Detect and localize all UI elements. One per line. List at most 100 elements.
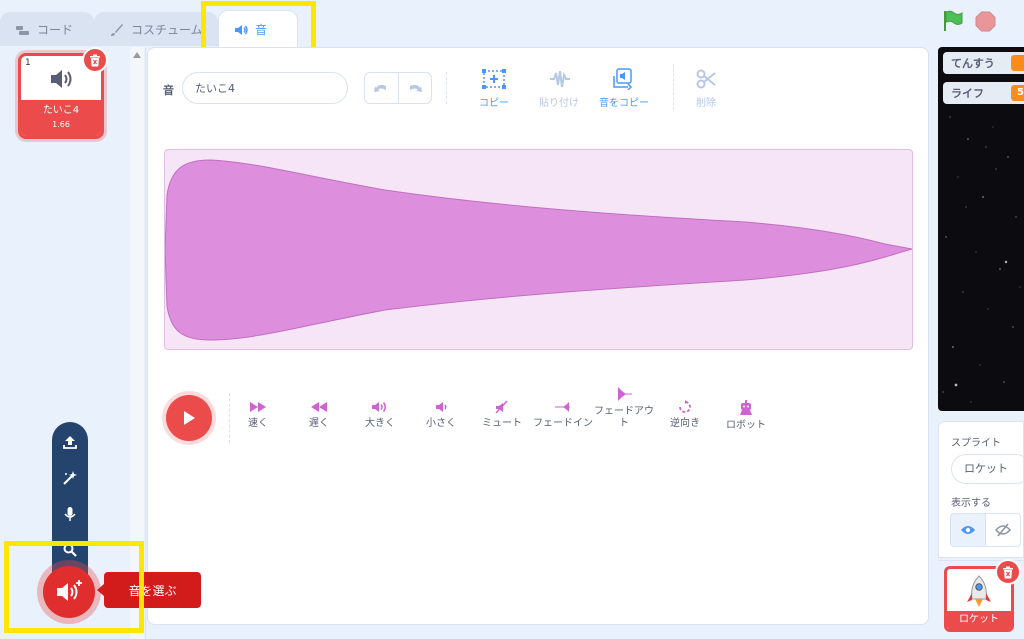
copy-to-new-button[interactable]: 音をコピー xyxy=(594,68,654,109)
stage[interactable]: てんすう ライフ 5 xyxy=(938,47,1024,411)
search-sound-button[interactable] xyxy=(60,540,80,560)
sound-name: たいこ4 xyxy=(42,105,80,116)
fade-in-icon xyxy=(555,402,570,412)
volume-up-icon xyxy=(372,402,386,412)
score-monitor-label: てんすう xyxy=(951,57,995,70)
green-flag-button[interactable] xyxy=(943,10,963,36)
sprite-tile-name: ロケット xyxy=(947,611,1011,629)
tab-code[interactable]: コード xyxy=(0,12,94,46)
search-icon xyxy=(63,543,77,557)
fast-forward-icon xyxy=(250,402,266,412)
undo-button[interactable] xyxy=(365,73,398,103)
show-label: 表示する xyxy=(951,498,991,509)
trash-icon xyxy=(90,54,100,66)
reverse-icon xyxy=(679,400,691,413)
upload-sound-button[interactable] xyxy=(60,432,80,452)
hide-sprite-button[interactable] xyxy=(985,513,1021,547)
effect-fade-out-label: フェードアウト xyxy=(594,406,654,429)
tab-sounds[interactable]: 音 xyxy=(218,10,298,48)
surprise-icon xyxy=(63,471,77,485)
scissors-icon xyxy=(696,69,716,89)
code-icon xyxy=(15,22,31,38)
life-monitor[interactable]: ライフ 5 xyxy=(943,82,1024,104)
rewind-icon xyxy=(311,402,327,412)
effect-faster-label: 速く xyxy=(248,418,268,429)
sprite-label: スプライト xyxy=(951,438,1001,449)
tab-code-label: コード xyxy=(37,23,74,37)
sprite-name-input[interactable]: ロケット xyxy=(951,454,1024,484)
paste-button[interactable]: 貼り付け xyxy=(529,68,589,109)
sprite-info-panel: スプライト ロケット 表示する xyxy=(938,421,1024,558)
sound-name-input[interactable] xyxy=(182,72,348,104)
sound-list-scrollbar[interactable] xyxy=(130,47,144,639)
effect-reverse-button[interactable]: 逆向き xyxy=(652,400,718,430)
fade-out-icon xyxy=(618,387,632,401)
sound-tile-caption: たいこ4 1.66 xyxy=(21,100,101,136)
record-icon xyxy=(64,507,76,521)
rocket-icon xyxy=(967,575,991,607)
copy-to-new-icon xyxy=(613,68,633,90)
scroll-up-arrow-icon[interactable] xyxy=(133,52,141,58)
life-monitor-label: ライフ xyxy=(951,87,984,100)
eye-hidden-icon xyxy=(995,523,1011,537)
waveform-area[interactable] xyxy=(164,149,913,350)
mute-icon xyxy=(495,400,508,414)
stop-icon xyxy=(975,11,996,32)
delete-label: 削除 xyxy=(696,98,716,109)
delete-sound-button[interactable] xyxy=(82,47,108,73)
effect-fade-in-button[interactable]: フェードイン xyxy=(530,400,596,430)
volume-down-icon xyxy=(436,402,447,412)
paste-wave-icon xyxy=(550,70,570,88)
effect-softer-label: 小さく xyxy=(426,418,456,429)
effect-softer-button[interactable]: 小さく xyxy=(408,400,474,430)
choose-sound-tooltip: 音を選ぶ xyxy=(97,572,201,608)
effect-mute-label: ミュート xyxy=(482,418,522,429)
copy-selection-icon xyxy=(482,69,506,89)
score-monitor-value xyxy=(1011,55,1024,71)
stop-button[interactable] xyxy=(975,11,996,36)
record-sound-button[interactable] xyxy=(60,504,80,524)
effect-reverse-label: 逆向き xyxy=(670,418,700,429)
copy-to-new-label: 音をコピー xyxy=(599,98,649,109)
choose-sound-tooltip-text: 音を選ぶ xyxy=(128,583,177,598)
green-flag-icon xyxy=(944,10,963,31)
eye-icon xyxy=(961,526,975,534)
life-monitor-value: 5 xyxy=(1011,85,1024,101)
effect-fade-in-label: フェードイン xyxy=(533,418,593,429)
sound-index: 1 xyxy=(25,58,31,68)
effect-slower-label: 遅く xyxy=(309,418,329,429)
undo-redo-group xyxy=(364,72,432,104)
waveform xyxy=(165,159,912,341)
tab-costumes[interactable]: コスチューム xyxy=(94,12,218,46)
redo-button[interactable] xyxy=(397,73,432,103)
delete-sprite-button[interactable] xyxy=(995,559,1021,585)
effect-slower-button[interactable]: 遅く xyxy=(286,400,352,430)
add-sound-menu xyxy=(52,422,88,582)
effect-mute-button[interactable]: ミュート xyxy=(469,400,535,430)
toolbar-separator xyxy=(446,72,447,104)
add-sound-icon xyxy=(57,580,82,601)
effect-fade-out-button[interactable]: フェードアウト xyxy=(591,386,657,430)
effect-louder-label: 大きく xyxy=(365,418,395,429)
score-monitor[interactable]: てんすう xyxy=(943,52,1024,74)
undo-icon xyxy=(374,84,387,92)
play-button[interactable] xyxy=(166,395,212,441)
sound-duration: 1.66 xyxy=(52,120,70,129)
surprise-sound-button[interactable] xyxy=(60,468,80,488)
show-sprite-button[interactable] xyxy=(950,513,986,547)
robot-icon xyxy=(740,400,752,415)
copy-label: コピー xyxy=(479,98,509,109)
effect-robot-label: ロボット xyxy=(726,420,766,431)
sound-name-label: 音 xyxy=(163,84,174,97)
effect-robot-button[interactable]: ロボット xyxy=(713,400,779,432)
paste-label: 貼り付け xyxy=(539,98,579,109)
copy-button[interactable]: コピー xyxy=(464,68,524,109)
brush-icon xyxy=(109,22,125,38)
delete-button[interactable]: 削除 xyxy=(676,68,736,109)
effect-faster-button[interactable]: 速く xyxy=(225,400,291,430)
choose-sound-button[interactable] xyxy=(43,566,95,618)
tab-sounds-label: 音 xyxy=(255,23,268,37)
speaker-icon xyxy=(233,22,249,38)
trash-icon xyxy=(1003,566,1013,578)
effect-louder-button[interactable]: 大きく xyxy=(347,400,413,430)
